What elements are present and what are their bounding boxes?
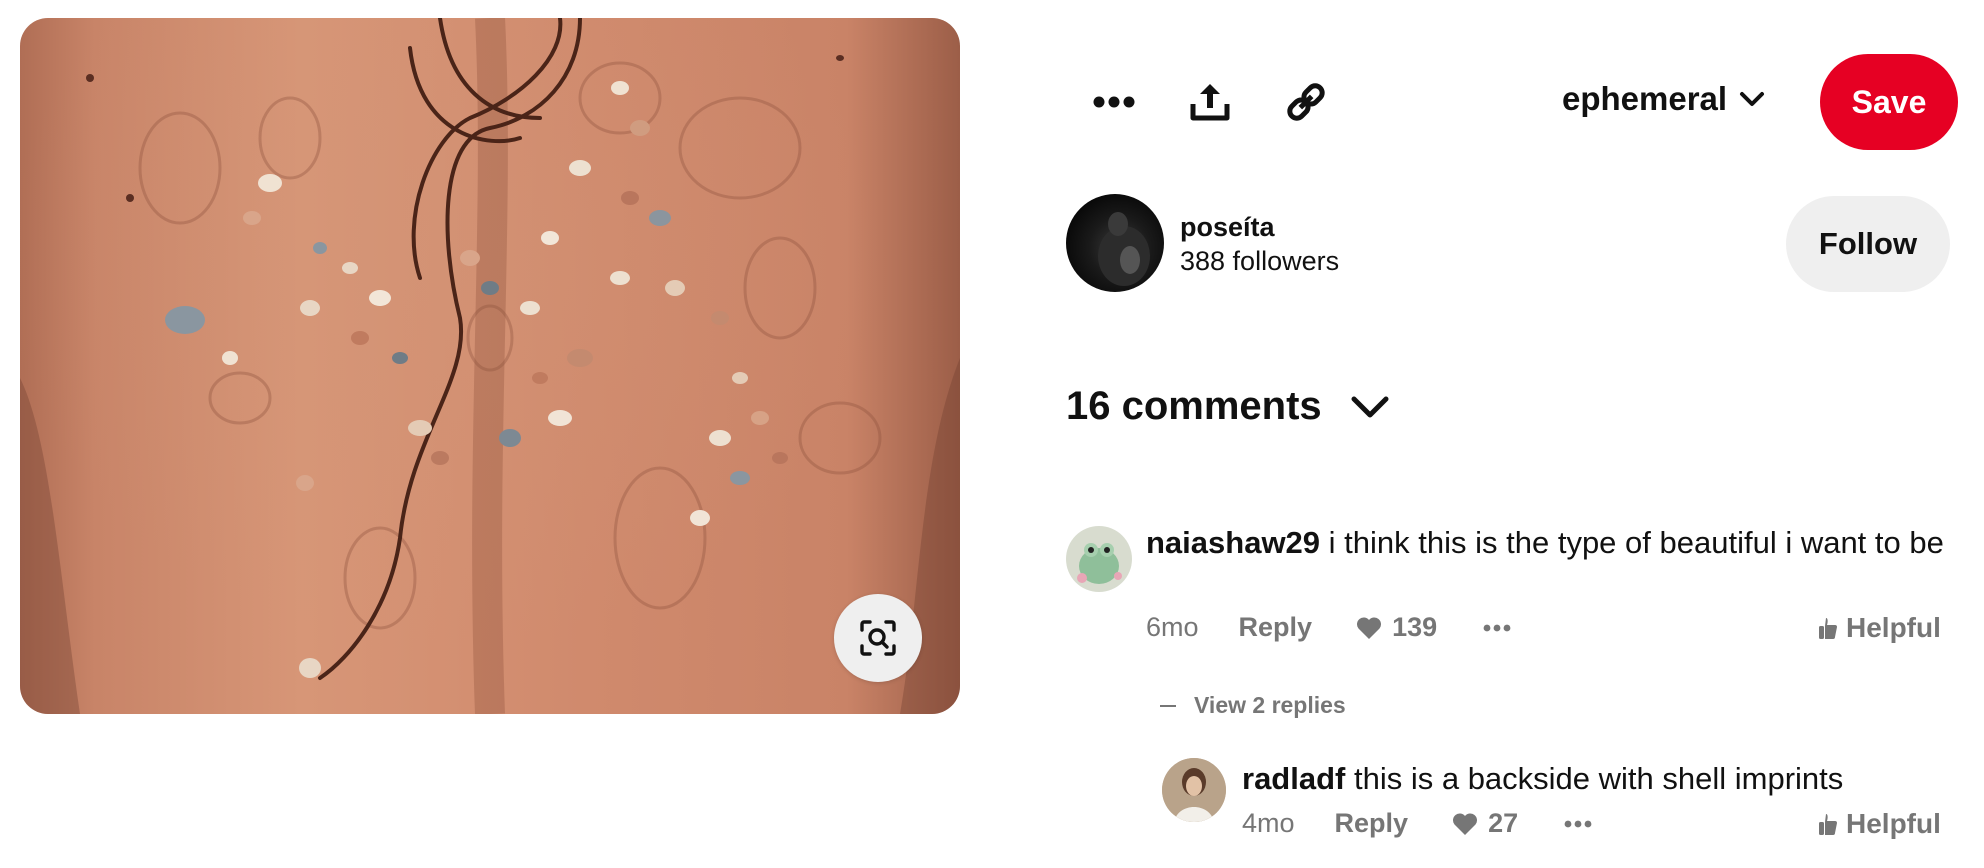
- more-options-button[interactable]: [1082, 70, 1146, 134]
- dash-icon: [1160, 704, 1176, 707]
- person-avatar-image: [1162, 758, 1226, 822]
- heart-icon: [1357, 616, 1382, 639]
- like-count: 27: [1488, 808, 1519, 838]
- helpful-button[interactable]: Helpful: [1818, 808, 1941, 840]
- follow-button[interactable]: Follow: [1786, 196, 1950, 292]
- reply-button[interactable]: Reply: [1335, 808, 1409, 839]
- pin-photo: [20, 18, 960, 714]
- comment-time: 6mo: [1146, 612, 1199, 642]
- heart-icon: [1453, 812, 1478, 835]
- comment-body: radladf this is a backside with shell im…: [1242, 760, 1962, 798]
- link-icon: [1287, 83, 1325, 121]
- comment-username[interactable]: naiashaw29: [1146, 525, 1320, 560]
- commenter-avatar[interactable]: [1162, 758, 1226, 822]
- commenter-avatar[interactable]: [1066, 526, 1132, 592]
- view-replies-button[interactable]: View 2 replies: [1160, 692, 1346, 719]
- comment-text: this is a backside with shell imprints: [1353, 761, 1844, 796]
- chevron-down-icon: [1740, 92, 1765, 106]
- share-icon: [1190, 84, 1230, 121]
- comments-toggle[interactable]: 16 comments: [1066, 384, 1390, 429]
- save-button[interactable]: Save: [1820, 54, 1958, 150]
- comment-more-button[interactable]: [1564, 820, 1592, 828]
- comment-username[interactable]: radladf: [1242, 761, 1345, 796]
- comment-more-button[interactable]: [1483, 624, 1511, 632]
- comment-body: naiashaw29 i think this is the type of b…: [1146, 524, 1966, 562]
- creator-followers: 388 followers: [1180, 246, 1340, 276]
- comment-meta: 6mo Reply 139: [1146, 612, 1511, 643]
- thumbs-up-icon: [1819, 618, 1837, 639]
- copy-link-button[interactable]: [1274, 70, 1338, 134]
- comments-count: 16 comments: [1066, 384, 1322, 428]
- helpful-label: Helpful: [1846, 612, 1941, 643]
- creator-avatar-image: [1098, 212, 1150, 286]
- comment-time: 4mo: [1242, 808, 1295, 838]
- reply-button[interactable]: Reply: [1239, 612, 1313, 643]
- frog-avatar-image: [1077, 543, 1122, 584]
- visual-search-button[interactable]: [834, 594, 922, 682]
- more-icon: [1564, 820, 1592, 827]
- chevron-down-icon: [1351, 396, 1389, 417]
- like-button[interactable]: 27: [1452, 808, 1518, 839]
- creator-name[interactable]: poseíta: [1180, 212, 1275, 243]
- helpful-button[interactable]: Helpful: [1818, 612, 1941, 644]
- comment-meta: 4mo Reply 27: [1242, 808, 1592, 839]
- pin-image[interactable]: [20, 18, 960, 714]
- more-icon: [1093, 96, 1135, 108]
- thumbs-up-icon: [1819, 814, 1837, 835]
- creator-avatar[interactable]: [1066, 194, 1164, 292]
- board-selector[interactable]: ephemeral: [1562, 80, 1765, 118]
- board-name: ephemeral: [1562, 80, 1728, 117]
- like-button[interactable]: 139: [1356, 612, 1437, 643]
- comment-text: i think this is the type of beautiful i …: [1328, 525, 1944, 560]
- helpful-label: Helpful: [1846, 808, 1941, 839]
- visual-search-icon: [860, 620, 896, 656]
- view-replies-label: View 2 replies: [1194, 692, 1346, 718]
- more-icon: [1483, 624, 1511, 631]
- share-button[interactable]: [1178, 70, 1242, 134]
- like-count: 139: [1392, 612, 1438, 642]
